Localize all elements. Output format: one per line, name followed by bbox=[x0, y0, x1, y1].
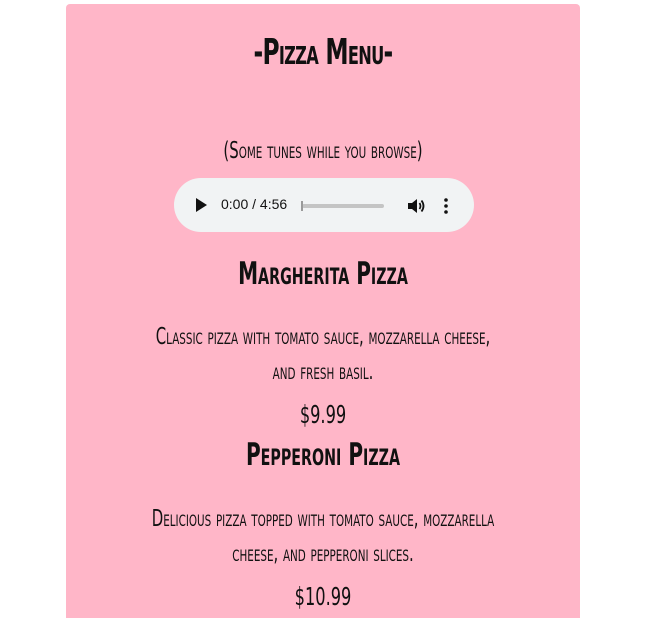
play-icon[interactable] bbox=[196, 198, 207, 212]
item-name: Margherita Pizza bbox=[238, 256, 408, 292]
menu-title: -Pizza Menu- bbox=[253, 32, 394, 73]
item-description: Delicious pizza topped with tomato sauce… bbox=[66, 502, 580, 572]
item-description-line: Classic pizza with tomato sauce, mozzare… bbox=[155, 324, 491, 350]
item-description: Classic pizza with tomato sauce, mozzare… bbox=[66, 320, 580, 390]
item-description-line: and fresh basil. bbox=[272, 359, 374, 385]
music-caption: (Some tunes while you browse) bbox=[223, 138, 423, 164]
seek-thumb[interactable] bbox=[301, 201, 303, 211]
page: -Pizza Menu- (Some tunes while you brows… bbox=[0, 0, 664, 618]
time-readout: 0:00 / 4:56 bbox=[221, 196, 288, 212]
item-price: $10.99 bbox=[294, 582, 352, 611]
item-name: Pepperoni Pizza bbox=[245, 437, 401, 473]
item-description-line: Delicious pizza topped with tomato sauce… bbox=[151, 506, 495, 532]
item-price: $9.99 bbox=[299, 400, 347, 429]
volume-icon[interactable] bbox=[406, 196, 426, 216]
menu-card: -Pizza Menu- (Some tunes while you brows… bbox=[66, 4, 580, 618]
more-options-icon[interactable] bbox=[442, 196, 450, 216]
audio-player[interactable]: 0:00 / 4:56 bbox=[174, 178, 474, 232]
seek-slider[interactable] bbox=[301, 201, 384, 211]
item-description-line: cheese, and pepperoni slices. bbox=[232, 541, 414, 567]
